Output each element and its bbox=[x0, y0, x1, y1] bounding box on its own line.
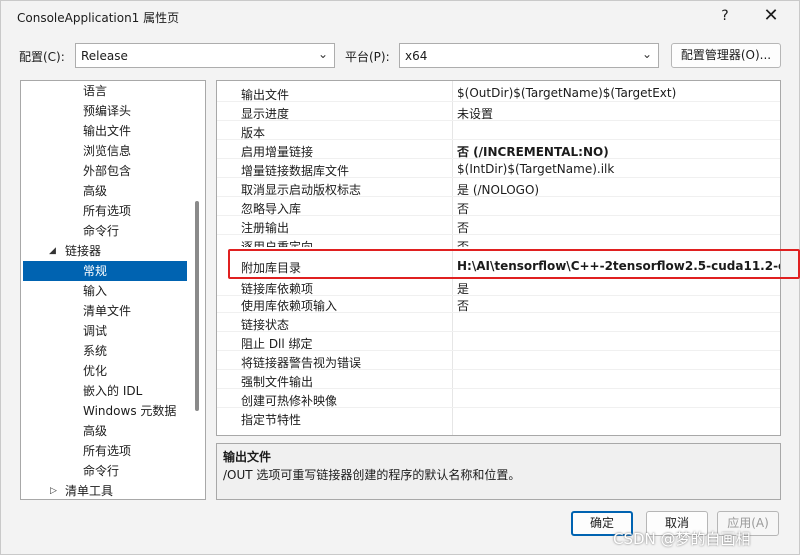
property-pages-dialog: ConsoleApplication1 属性页 ? ✕ 配置(C): Relea… bbox=[0, 0, 800, 555]
property-row[interactable]: 逐用户重定向 否 bbox=[217, 235, 780, 247]
description-text: /OUT 选项可重写链接器创建的程序的默认名称和位置。 bbox=[223, 468, 521, 482]
property-row[interactable]: 指定节特性 bbox=[217, 408, 780, 427]
close-button[interactable]: ✕ bbox=[755, 1, 787, 33]
tree-item-manifest-tool[interactable]: 清单工具 bbox=[21, 481, 189, 499]
platform-select[interactable]: x64 ⌄ bbox=[399, 43, 659, 68]
configuration-label: 配置(C): bbox=[19, 50, 65, 64]
property-value[interactable]: $(IntDir)$(TargetName).ilk bbox=[457, 162, 614, 176]
tree-item-debugging[interactable]: 调试 bbox=[21, 321, 189, 341]
property-row[interactable]: 增量链接数据库文件 $(IntDir)$(TargetName).ilk bbox=[217, 159, 780, 178]
tree-item-embedded-idl[interactable]: 嵌入的 IDL bbox=[21, 381, 189, 401]
configuration-manager-button[interactable]: 配置管理器(O)... bbox=[671, 43, 781, 68]
platform-label: 平台(P): bbox=[345, 50, 390, 64]
property-row[interactable]: 创建可热修补映像 bbox=[217, 389, 780, 408]
tree-item-linker[interactable]: 链接器 bbox=[21, 241, 189, 261]
property-value[interactable]: 否 bbox=[457, 238, 469, 247]
red-highlight-annotation bbox=[228, 249, 800, 279]
tree-item-all-options[interactable]: 所有选项 bbox=[21, 441, 189, 461]
tree-item-command-line[interactable]: 命令行 bbox=[21, 221, 189, 241]
platform-value: x64 bbox=[405, 49, 428, 63]
tree-item-precompiled-headers[interactable]: 预编译头 bbox=[21, 101, 189, 121]
tree-item-advanced[interactable]: 高级 bbox=[21, 421, 189, 441]
scrollbar-thumb[interactable] bbox=[195, 201, 199, 411]
property-row[interactable]: 注册输出 否 bbox=[217, 216, 780, 235]
configuration-value: Release bbox=[81, 49, 128, 63]
tree-item-general[interactable]: 常规 bbox=[23, 261, 187, 281]
property-row[interactable]: 版本 bbox=[217, 121, 780, 140]
property-row[interactable]: 启用增量链接 否 (/INCREMENTAL:NO) bbox=[217, 140, 780, 159]
property-row[interactable]: 将链接器警告视为错误 bbox=[217, 351, 780, 370]
tree-item-command-line[interactable]: 命令行 bbox=[21, 461, 189, 481]
property-row[interactable]: 强制文件输出 bbox=[217, 370, 780, 389]
tree-item-language[interactable]: 语言 bbox=[21, 81, 189, 101]
tree-item-optimization[interactable]: 优化 bbox=[21, 361, 189, 381]
property-row[interactable]: 忽略导入库 否 bbox=[217, 197, 780, 216]
tree-item-browse-information[interactable]: 浏览信息 bbox=[21, 141, 189, 161]
help-button[interactable]: ? bbox=[709, 1, 741, 33]
tree-item-system[interactable]: 系统 bbox=[21, 341, 189, 361]
tree-item-all-options[interactable]: 所有选项 bbox=[21, 201, 189, 221]
tree-item-output-files[interactable]: 输出文件 bbox=[21, 121, 189, 141]
property-name: 指定节特性 bbox=[241, 413, 302, 427]
property-row[interactable]: 链接状态 bbox=[217, 313, 780, 332]
configuration-select[interactable]: Release ⌄ bbox=[75, 43, 335, 68]
property-row[interactable]: 取消显示启动版权标志 是 (/NOLOGO) bbox=[217, 178, 780, 197]
tree-item-manifest-file[interactable]: 清单文件 bbox=[21, 301, 189, 321]
tree-item-external-includes[interactable]: 外部包含 bbox=[21, 161, 189, 181]
chevron-down-icon: ⌄ bbox=[317, 47, 328, 61]
description-title: 输出文件 bbox=[223, 450, 272, 464]
property-row[interactable]: 使用库依赖项输入 否 bbox=[217, 294, 780, 313]
tree-item-advanced[interactable]: 高级 bbox=[21, 181, 189, 201]
window-title: ConsoleApplication1 属性页 bbox=[17, 11, 180, 25]
property-row[interactable]: 显示进度 未设置 bbox=[217, 102, 780, 121]
title-bar: ConsoleApplication1 属性页 ? ✕ bbox=[1, 1, 799, 33]
description-panel: 输出文件 /OUT 选项可重写链接器创建的程序的默认名称和位置。 bbox=[216, 443, 781, 500]
property-value[interactable]: $(OutDir)$(TargetName)$(TargetExt) bbox=[457, 86, 676, 100]
chevron-down-icon: ⌄ bbox=[641, 47, 652, 61]
property-name: 逐用户重定向 bbox=[241, 240, 314, 247]
property-row[interactable]: 阻止 Dll 绑定 bbox=[217, 332, 780, 351]
property-tree: 语言 预编译头 输出文件 浏览信息 外部包含 高级 所有选项 命令行 ◢ 链接器… bbox=[20, 80, 206, 500]
tree-scrollbar[interactable] bbox=[191, 81, 205, 499]
tree-item-windows-metadata[interactable]: Windows 元数据 bbox=[21, 401, 189, 421]
property-row[interactable]: 输出文件 $(OutDir)$(TargetName)$(TargetExt) bbox=[217, 83, 780, 102]
watermark-text: CSDN @梦的自画相 bbox=[613, 530, 751, 548]
tree-item-input[interactable]: 输入 bbox=[21, 281, 189, 301]
